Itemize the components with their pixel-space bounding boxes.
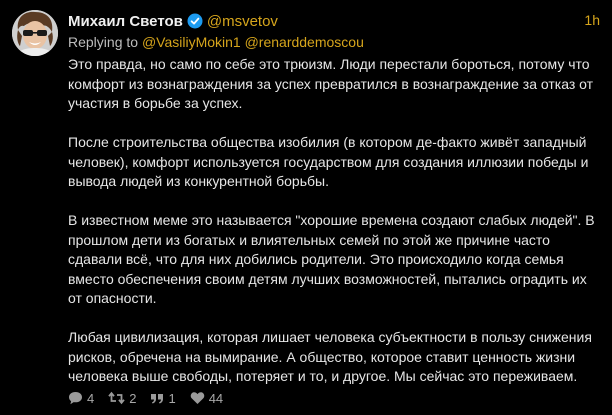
tweet-paragraph: В известном меме это называется "хорошие… <box>68 212 595 306</box>
retweet-count: 2 <box>129 390 137 406</box>
tweet-header: Михаил Светов @msvetov 1h <box>68 11 600 31</box>
like-button[interactable]: 44 <box>190 391 223 406</box>
reply-icon <box>69 392 82 405</box>
avatar[interactable] <box>12 10 58 56</box>
replying-to-label: Replying to <box>68 34 139 50</box>
verified-badge-icon <box>187 13 203 29</box>
tweet: Михаил Светов @msvetov 1h Replying to @V… <box>0 0 612 415</box>
tweet-actions: 4 2 1 44 <box>68 390 237 406</box>
heart-icon <box>190 392 204 404</box>
reply-count: 4 <box>87 390 95 406</box>
mention-link[interactable]: @VasiliyMokin1 <box>142 34 241 50</box>
tweet-paragraph: После строительства общества изобилия (в… <box>68 134 589 189</box>
tweet-text: Это правда, но само по себе это трюизм. … <box>68 55 604 406</box>
mention-link[interactable]: @renarddemoscou <box>245 34 364 50</box>
tweet-paragraph: Это правда, но само по себе это трюизм. … <box>68 56 594 111</box>
like-count: 44 <box>208 390 224 406</box>
tweet-paragraph: Любая цивилизация, которая лишает челове… <box>68 329 592 384</box>
author-handle[interactable]: @msvetov <box>207 13 278 30</box>
retweet-button[interactable]: 2 <box>108 391 136 406</box>
reply-button[interactable]: 4 <box>68 391 94 406</box>
author-display-name[interactable]: Михаил Светов <box>68 13 183 30</box>
tweet-timestamp[interactable]: 1h <box>584 12 600 28</box>
retweet-icon <box>108 391 125 405</box>
quote-icon <box>151 394 164 404</box>
quote-button[interactable]: 1 <box>150 390 176 406</box>
replying-to: Replying to @VasiliyMokin1 @renarddemosc… <box>68 34 364 50</box>
quote-count: 1 <box>168 390 176 406</box>
